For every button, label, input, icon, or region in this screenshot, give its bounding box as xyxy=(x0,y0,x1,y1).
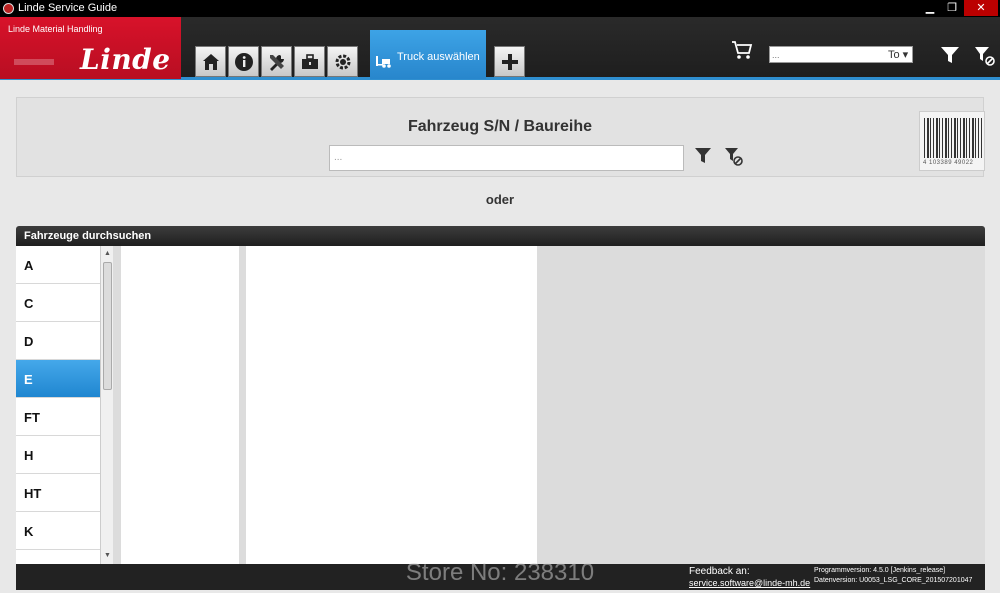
header-search[interactable]: To ▾ xyxy=(769,46,913,63)
scroll-up-icon[interactable]: ▲ xyxy=(104,250,111,257)
program-version: Programmversion: 4.5.0 [Jenkins_release] xyxy=(814,567,946,574)
serial-number-input[interactable]: ... xyxy=(329,145,684,171)
feedback-email-link[interactable]: service.software@linde-mh.de xyxy=(689,578,810,588)
tools-icon xyxy=(269,54,284,71)
brand-subtitle: Linde Material Handling xyxy=(8,24,103,34)
model-list-column xyxy=(121,246,239,564)
tab-truck-select[interactable]: Truck auswählen xyxy=(370,30,486,79)
list-item-e[interactable]: E xyxy=(16,360,100,398)
list-item-d[interactable]: D xyxy=(16,322,100,360)
linde-logo: Linde xyxy=(80,43,171,76)
info-icon xyxy=(234,52,253,71)
browse-panel-title: Fahrzeuge durchsuchen xyxy=(16,226,985,246)
toolbox-icon xyxy=(301,53,318,69)
plus-icon xyxy=(501,53,518,70)
list-item-h[interactable]: H xyxy=(16,436,100,474)
filter-icon[interactable] xyxy=(940,46,960,64)
list-scrollbar[interactable]: ▲ ▼ xyxy=(100,246,113,564)
brand-decoration xyxy=(14,59,54,65)
minimize-button[interactable]: ▁ xyxy=(918,0,942,16)
home-button[interactable] xyxy=(195,46,226,77)
cart-icon[interactable] xyxy=(731,40,753,60)
serial-clear-filter-icon[interactable] xyxy=(724,147,744,167)
close-button[interactable]: ✕ xyxy=(964,0,998,16)
maximize-button[interactable]: ❐ xyxy=(940,0,964,16)
home-icon xyxy=(202,53,219,70)
scrollbar-thumb[interactable] xyxy=(103,262,112,390)
gear-icon xyxy=(335,54,350,69)
window-titlebar: Linde Service Guide ▁ ❐ ✕ xyxy=(0,0,1000,17)
search-scope-select[interactable]: To ▾ xyxy=(888,48,908,61)
tab-truck-select-label: Truck auswählen xyxy=(397,51,480,63)
barcode-number: 4 103389 49022 xyxy=(923,160,974,166)
toolbox-button[interactable] xyxy=(294,46,325,77)
settings-button[interactable] xyxy=(327,46,358,77)
search-scope-value: To xyxy=(888,49,900,61)
add-tab-button[interactable] xyxy=(494,46,525,77)
series-letter-list: A C D E FT H HT K xyxy=(16,246,100,564)
list-item-k[interactable]: K xyxy=(16,512,100,550)
serial-filter-icon[interactable] xyxy=(694,147,712,165)
separator-text: oder xyxy=(485,192,515,207)
window-title: Linde Service Guide xyxy=(18,2,118,14)
info-button[interactable] xyxy=(228,46,259,77)
feedback-label: Feedback an: xyxy=(689,566,750,577)
list-item-a[interactable]: A xyxy=(16,246,100,284)
header-search-input[interactable] xyxy=(772,47,882,62)
variant-list-column xyxy=(246,246,537,564)
brand-logo-block: Linde Material Handling Linde xyxy=(0,17,181,79)
list-item-c[interactable]: C xyxy=(16,284,100,322)
clear-filter-icon[interactable] xyxy=(974,46,996,66)
list-item-ht[interactable]: HT xyxy=(16,474,100,512)
serial-title: Fahrzeug S/N / Baureihe xyxy=(407,118,593,135)
tools-button[interactable] xyxy=(261,46,292,77)
barcode-scan-button[interactable]: 4 103389 49022 xyxy=(919,111,985,171)
data-version: Datenversion: U0053_LSG_CORE_20150720104… xyxy=(814,577,973,584)
list-item-ft[interactable]: FT xyxy=(16,398,100,436)
scroll-down-icon[interactable]: ▼ xyxy=(104,552,111,559)
forklift-icon xyxy=(376,56,391,68)
barcode-icon xyxy=(924,118,982,158)
app-icon xyxy=(3,3,14,14)
